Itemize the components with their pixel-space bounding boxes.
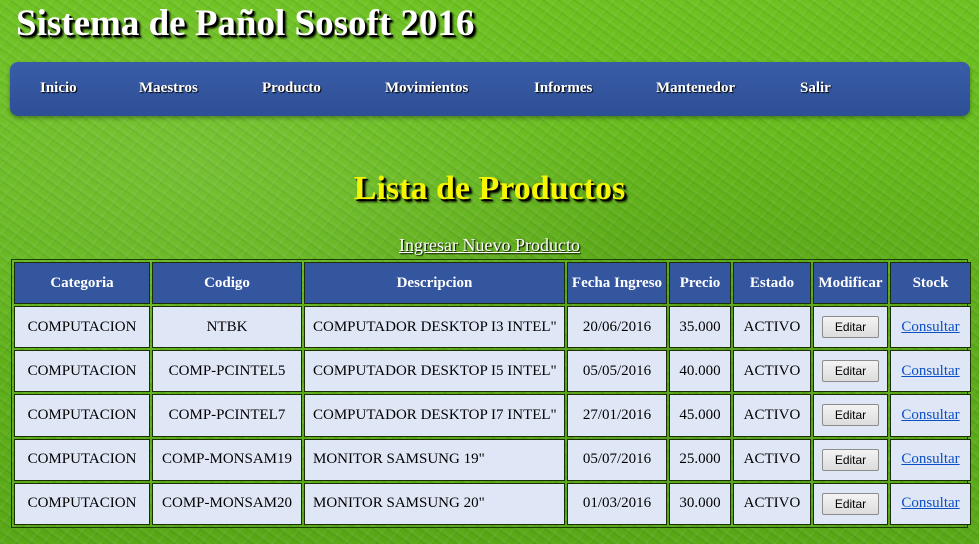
products-table: Categoria Codigo Descripcion Fecha Ingre…: [12, 260, 973, 527]
cell-modificar: Editar: [813, 350, 888, 393]
edit-button[interactable]: Editar: [822, 448, 879, 471]
nav-item-mantenedor[interactable]: Mantenedor: [656, 80, 735, 97]
column-header-descripcion: Descripcion: [304, 262, 565, 304]
cell-fecha: 05/07/2016: [567, 438, 667, 481]
cell-estado: ACTIVO: [733, 306, 811, 349]
cell-stock: Consultar: [890, 350, 971, 393]
site-title: Sistema de Pañol Sosoft 2016: [16, 3, 475, 44]
cell-categoria: COMPUTACION: [14, 482, 150, 525]
cell-fecha: 27/01/2016: [567, 394, 667, 437]
cell-modificar: Editar: [813, 394, 888, 437]
consult-stock-link[interactable]: Consultar: [901, 363, 959, 379]
cell-modificar: Editar: [813, 482, 888, 525]
cell-stock: Consultar: [890, 438, 971, 481]
edit-button[interactable]: Editar: [822, 492, 879, 515]
edit-button[interactable]: Editar: [822, 360, 879, 383]
nav-item-producto[interactable]: Producto: [262, 80, 321, 97]
column-header-codigo: Codigo: [152, 262, 302, 304]
main-nav-bar: Inicio Maestros Producto Movimientos Inf…: [10, 62, 970, 116]
nav-item-informes[interactable]: Informes: [534, 80, 592, 97]
products-table-frame: Categoria Codigo Descripcion Fecha Ingre…: [11, 259, 971, 528]
cell-precio: 35.000: [669, 306, 731, 349]
table-header-row: Categoria Codigo Descripcion Fecha Ingre…: [14, 262, 971, 304]
column-header-modificar: Modificar: [813, 262, 888, 304]
edit-button[interactable]: Editar: [822, 404, 879, 427]
consult-stock-link[interactable]: Consultar: [901, 495, 959, 511]
cell-modificar: Editar: [813, 306, 888, 349]
column-header-fecha-ingreso: Fecha Ingreso: [567, 262, 667, 304]
cell-codigo: COMP-MONSAM20: [152, 482, 302, 525]
add-product-link[interactable]: Ingresar Nuevo Producto: [399, 235, 580, 255]
nav-item-salir[interactable]: Salir: [800, 80, 831, 97]
cell-estado: ACTIVO: [733, 350, 811, 393]
add-product-link-wrap: Ingresar Nuevo Producto: [0, 235, 979, 256]
cell-codigo: COMP-PCINTEL5: [152, 350, 302, 393]
cell-codigo: COMP-PCINTEL7: [152, 394, 302, 437]
cell-categoria: COMPUTACION: [14, 350, 150, 393]
cell-precio: 45.000: [669, 394, 731, 437]
column-header-precio: Precio: [669, 262, 731, 304]
cell-fecha: 05/05/2016: [567, 350, 667, 393]
column-header-estado: Estado: [733, 262, 811, 304]
cell-estado: ACTIVO: [733, 482, 811, 525]
cell-precio: 40.000: [669, 350, 731, 393]
nav-item-maestros[interactable]: Maestros: [139, 80, 198, 97]
cell-fecha: 01/03/2016: [567, 482, 667, 525]
nav-item-movimientos[interactable]: Movimientos: [385, 80, 468, 97]
cell-descripcion: MONITOR SAMSUNG 20": [304, 482, 565, 525]
cell-estado: ACTIVO: [733, 394, 811, 437]
cell-categoria: COMPUTACION: [14, 394, 150, 437]
nav-item-inicio[interactable]: Inicio: [40, 80, 77, 97]
table-row: COMPUTACION COMP-PCINTEL7 COMPUTADOR DES…: [14, 394, 971, 437]
table-row: COMPUTACION COMP-MONSAM19 MONITOR SAMSUN…: [14, 438, 971, 481]
table-row: COMPUTACION COMP-MONSAM20 MONITOR SAMSUN…: [14, 482, 971, 525]
cell-descripcion: COMPUTADOR DESKTOP I3 INTEL": [304, 306, 565, 349]
cell-stock: Consultar: [890, 306, 971, 349]
cell-codigo: COMP-MONSAM19: [152, 438, 302, 481]
cell-categoria: COMPUTACION: [14, 306, 150, 349]
consult-stock-link[interactable]: Consultar: [901, 451, 959, 467]
cell-precio: 30.000: [669, 482, 731, 525]
cell-stock: Consultar: [890, 482, 971, 525]
cell-precio: 25.000: [669, 438, 731, 481]
page-heading: Lista de Productos: [353, 170, 626, 207]
cell-modificar: Editar: [813, 438, 888, 481]
cell-descripcion: COMPUTADOR DESKTOP I5 INTEL": [304, 350, 565, 393]
cell-categoria: COMPUTACION: [14, 438, 150, 481]
table-row: COMPUTACION NTBK COMPUTADOR DESKTOP I3 I…: [14, 306, 971, 349]
column-header-categoria: Categoria: [14, 262, 150, 304]
cell-codigo: NTBK: [152, 306, 302, 349]
consult-stock-link[interactable]: Consultar: [901, 319, 959, 335]
cell-estado: ACTIVO: [733, 438, 811, 481]
cell-stock: Consultar: [890, 394, 971, 437]
edit-button[interactable]: Editar: [822, 316, 879, 339]
column-header-stock: Stock: [890, 262, 971, 304]
cell-descripcion: COMPUTADOR DESKTOP I7 INTEL": [304, 394, 565, 437]
cell-descripcion: MONITOR SAMSUNG 19": [304, 438, 565, 481]
cell-fecha: 20/06/2016: [567, 306, 667, 349]
consult-stock-link[interactable]: Consultar: [901, 407, 959, 423]
table-row: COMPUTACION COMP-PCINTEL5 COMPUTADOR DES…: [14, 350, 971, 393]
